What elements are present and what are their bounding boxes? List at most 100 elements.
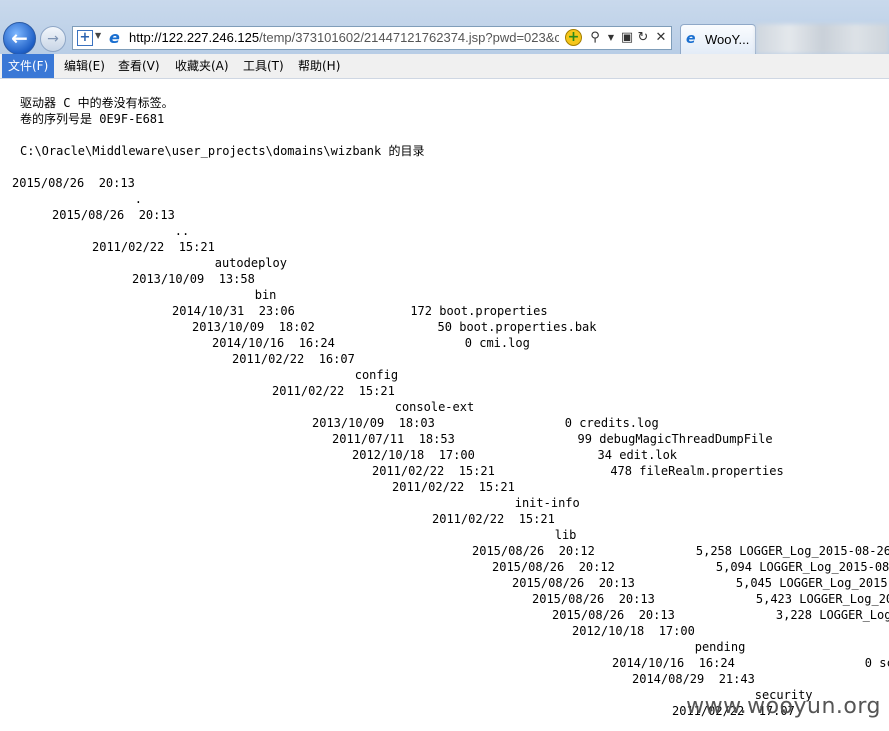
listing-size: 5,094 [715, 560, 752, 574]
listing-date: 2015/08/26 [552, 608, 625, 622]
address-bar[interactable]: + ▼ e http://122.227.246.125/temp/373101… [72, 26, 672, 50]
refresh-icon[interactable]: ↻ [635, 29, 651, 47]
listing-file-row: 2015/08/26 20:12 5,258 LOGGER_Log_2015-08… [472, 543, 889, 559]
listing-dir-name: bin [254, 288, 277, 302]
listing-filename: boot.properties.bak [459, 320, 597, 334]
listing-time: 15:21 [518, 512, 555, 526]
listing-date: 2014/10/16 [212, 336, 285, 350]
listing-file-row: 2015/08/26 20:13 5,423 LOGGER_Log_2015-08… [532, 591, 889, 607]
listing-date: 2015/08/26 [472, 544, 545, 558]
page-content: 驱动器 C 中的卷没有标签。 卷的序列号是 0E9F-E681 C:\Oracl… [0, 80, 889, 731]
listing-file-row: 2014/10/31 23:06 172 boot.properties [172, 303, 548, 319]
listing-file-row: 2015/08/26 20:12 5,094 LOGGER_Log_2015-08… [492, 559, 889, 575]
listing-date: 2015/08/26 [12, 176, 85, 190]
listing-filename: LOGGER_Log_2015-08-26_1.txt [759, 560, 889, 574]
listing-file-row: 2011/07/11 18:53 99 debugMagicThreadDumpF… [332, 431, 773, 447]
listing-time: 20:12 [558, 544, 595, 558]
listing-date: 2014/08/29 [632, 672, 705, 686]
search-dropdown-icon[interactable]: ▼ [603, 29, 619, 47]
tab-title: WooY... [705, 32, 750, 47]
listing-dir-row: 2011/02/22 15:21 [392, 479, 515, 495]
stop-icon[interactable]: ✕ [653, 29, 669, 47]
listing-filename: debugMagicThreadDumpFile [599, 432, 773, 446]
listing-file-row: 2015/08/26 20:13 5,045 LOGGER_Log_2015-08… [512, 575, 889, 591]
listing-dir-row: 2011/02/22 16:07 [232, 351, 355, 367]
browser-tab[interactable]: e WooY... [680, 24, 756, 54]
listing-dir-row: 2011/02/22 15:21 [92, 239, 215, 255]
listing-date: 2015/08/26 [52, 208, 125, 222]
listing-time: 18:02 [278, 320, 315, 334]
arrow-right-icon: → [47, 31, 59, 47]
listing-filename: fileRealm.properties [639, 464, 784, 478]
listing-time: 13:58 [218, 272, 255, 286]
listing-time: 23:06 [258, 304, 295, 318]
listing-size: 5,258 [695, 544, 732, 558]
listing-file-row: 2013/10/09 18:03 0 credits.log [312, 415, 659, 431]
serial-number-line: 卷的序列号是 0E9F-E681 [20, 112, 165, 126]
listing-dir-row: 2011/02/22 15:21 [272, 383, 395, 399]
listing-date: 2015/08/26 [492, 560, 565, 574]
back-button[interactable]: ← [3, 22, 36, 55]
menu-view[interactable]: 查看(V) [112, 54, 166, 78]
listing-dir-row: 2015/08/26 20:13 [12, 175, 135, 191]
listing-size: 478 [610, 464, 632, 478]
menu-tools[interactable]: 工具(T) [237, 54, 290, 78]
listing-dir-name: config [354, 368, 399, 382]
url-path: /temp/373101602/21447121762374.jsp?pwd=0… [259, 30, 559, 45]
listing-size: 99 [577, 432, 592, 446]
listing-date: 2013/10/09 [312, 416, 385, 430]
listing-dir-row: 2014/08/29 21:43 [632, 671, 755, 687]
chevron-down-icon[interactable]: ▼ [95, 31, 101, 40]
listing-date: 2014/10/16 [612, 656, 685, 670]
listing-time: 16:24 [698, 656, 735, 670]
listing-filename: LOGGER_Log_2015-08-26_2.txt [779, 576, 889, 590]
listing-file-row: 2014/10/16 16:24 0 cmi.log [212, 335, 530, 351]
listing-filename: credits.log [579, 416, 659, 430]
url-input[interactable]: http://122.227.246.125/temp/373101602/21… [129, 30, 559, 45]
listing-time: 20:13 [598, 576, 635, 590]
menu-file[interactable]: 文件(F) [2, 54, 55, 78]
menu-help[interactable]: 帮助(H) [292, 54, 346, 78]
listing-date: 2012/10/18 [572, 624, 645, 638]
listing-file-row: 2013/10/09 18:02 50 boot.properties.bak [192, 319, 597, 335]
listing-date: 2011/02/22 [372, 464, 445, 478]
listing-size: 5,045 [735, 576, 772, 590]
add-favorite-icon[interactable]: + [565, 29, 582, 46]
listing-date: 2012/10/18 [352, 448, 425, 462]
listing-size: 0 [464, 336, 472, 350]
browser-titlebar: ← → + ▼ e http://122.227.246.125/temp/37… [0, 0, 889, 55]
listing-size: 50 [437, 320, 452, 334]
listing-time: 17:00 [438, 448, 475, 462]
listing-file-row: 2011/02/22 15:21 478 fileRealm.properties [372, 463, 784, 479]
watermark: www.wooyun.org [686, 694, 881, 719]
arrow-left-icon: ← [11, 26, 28, 50]
listing-dir-name: init-info [514, 496, 580, 510]
listing-filename: LOGGER_Log_2015-08-26_3.txt [799, 592, 889, 606]
url-host: http://122.227.246.125 [129, 30, 260, 45]
listing-filename: scheduledtask.log [879, 656, 889, 670]
listing-size: 5,423 [755, 592, 792, 606]
compatibility-icon[interactable]: + [77, 30, 93, 46]
listing-dir-name: .. [174, 224, 190, 238]
listing-size: 3,228 [775, 608, 812, 622]
listing-date: 2011/02/22 [432, 512, 505, 526]
listing-date: 2011/02/22 [232, 352, 305, 366]
listing-time: 20:12 [578, 560, 615, 574]
menu-edit[interactable]: 编辑(E) [58, 54, 111, 78]
compat-view-icon[interactable]: ▣ [619, 29, 635, 47]
listing-file-row: 2014/10/16 16:24 0 scheduledtask.log [612, 655, 889, 671]
forward-button[interactable]: → [40, 26, 66, 52]
search-icon[interactable]: ⚲ [587, 29, 603, 47]
listing-dir-name: pending [694, 640, 746, 654]
listing-file-row: 2012/10/18 17:00 34 edit.lok [352, 447, 677, 463]
listing-time: 16:24 [298, 336, 335, 350]
listing-date: 2011/07/11 [332, 432, 405, 446]
listing-time: 15:21 [478, 480, 515, 494]
listing-date: 2011/02/22 [92, 240, 165, 254]
listing-filename: boot.properties [439, 304, 548, 318]
listing-dir-name: autodeploy [214, 256, 287, 270]
listing-file-row: 2015/08/26 20:13 3,228 LOGGER_Log_2015-08… [552, 607, 889, 623]
menu-favorites[interactable]: 收藏夹(A) [169, 54, 235, 78]
listing-size: 0 [564, 416, 572, 430]
listing-filename: cmi.log [479, 336, 530, 350]
